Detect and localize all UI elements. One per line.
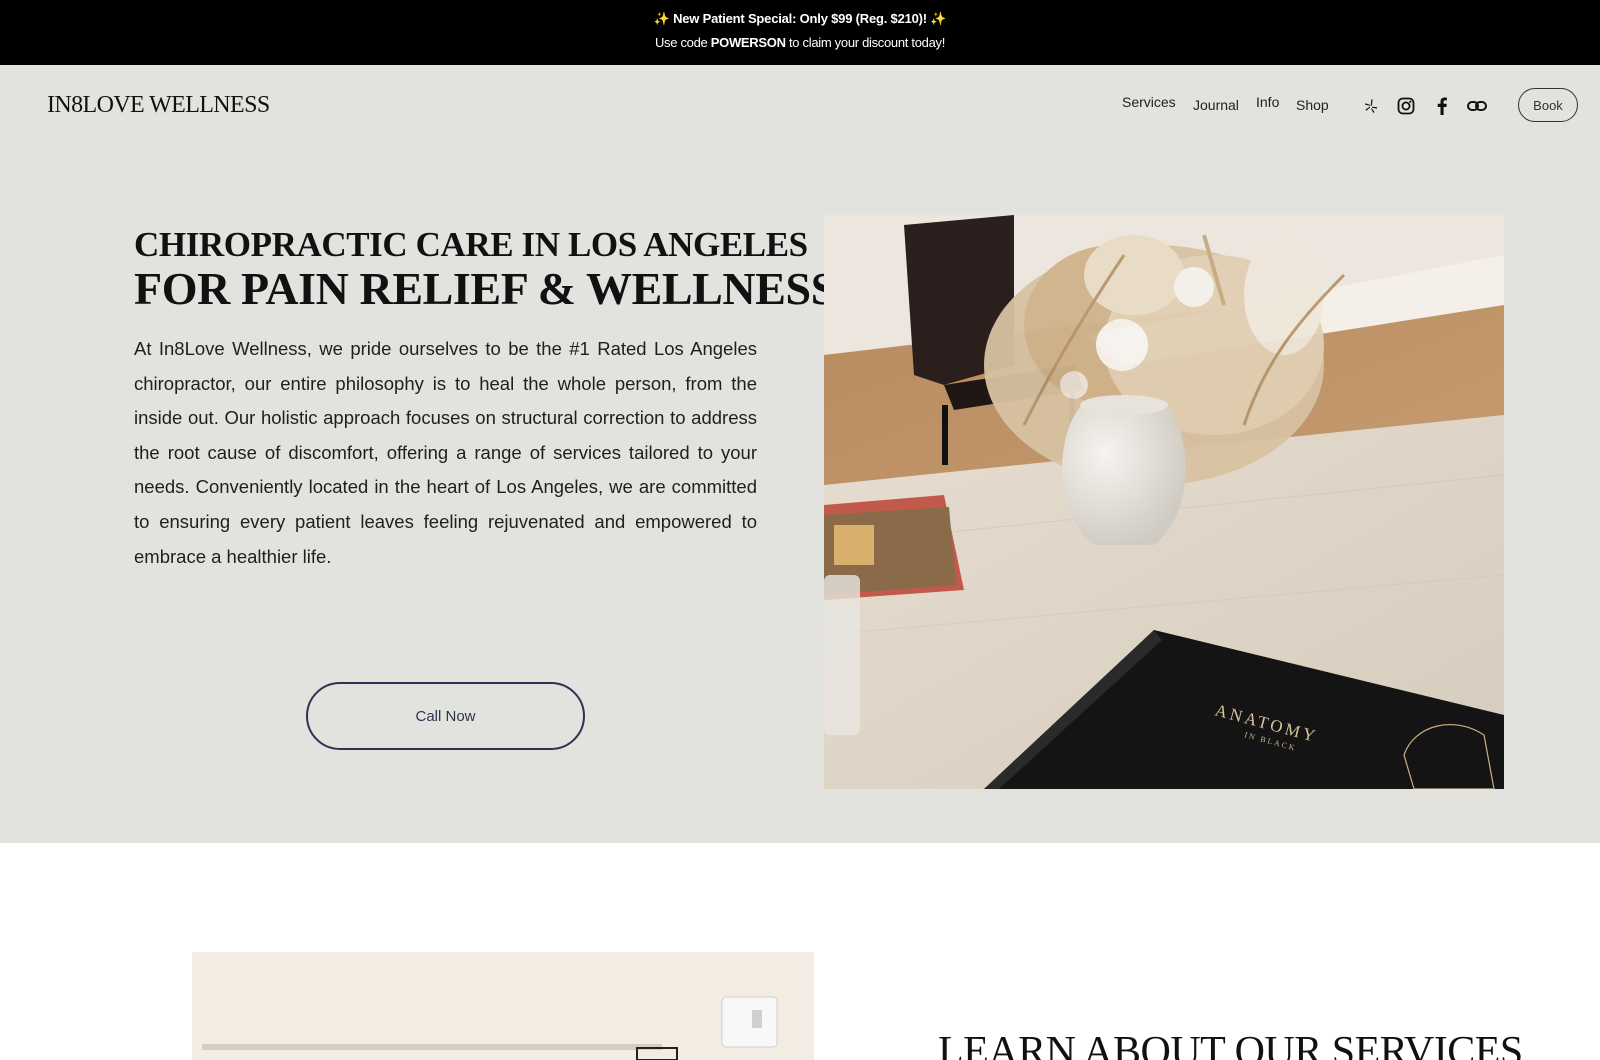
nav-services[interactable]: Services: [1122, 94, 1176, 110]
sparkle-icon: ✨: [930, 11, 947, 26]
nav-shop[interactable]: Shop: [1296, 97, 1329, 113]
announcement-suffix: to claim your discount today!: [788, 35, 946, 50]
hero-intro-text: At In8Love Wellness, we pride ourselves …: [134, 338, 757, 567]
nav-info[interactable]: Info: [1256, 94, 1279, 110]
call-now-button[interactable]: Call Now: [306, 682, 585, 750]
announcement-line-2: Use code POWERSON to claim your discount…: [0, 35, 1600, 50]
hero-section: IN8LOVE WELLNESS Services Journal Info S…: [0, 65, 1600, 843]
announcement-prefix: Use code: [654, 35, 708, 50]
sparkle-icon: ✨: [653, 11, 670, 26]
promo-code: POWERSON: [710, 35, 786, 50]
hero-photo-illustration: ANATOMY IN BLACK: [824, 215, 1504, 789]
announcement-offer: New Patient Special: Only $99 (Reg. $210…: [673, 11, 927, 26]
nav-journal[interactable]: Journal: [1193, 97, 1239, 113]
headline-line-1: CHIROPRACTIC CARE IN LOS ANGELES: [134, 225, 808, 264]
facebook-icon[interactable]: [1432, 96, 1452, 116]
headline-line-2: FOR PAIN RELIEF & WELLNESS: [134, 263, 836, 314]
site-logo[interactable]: IN8LOVE WELLNESS: [47, 92, 270, 119]
services-heading: LEARN ABOUT OUR SERVICES: [938, 1029, 1523, 1060]
announcement-bar: ✨ New Patient Special: Only $99 (Reg. $2…: [0, 0, 1600, 65]
yelp-icon[interactable]: [1361, 96, 1381, 116]
instagram-icon[interactable]: [1396, 96, 1416, 116]
book-button[interactable]: Book: [1518, 88, 1578, 122]
services-photo-illustration: [192, 952, 814, 1060]
services-photo: [192, 952, 814, 1060]
hero-headline: CHIROPRACTIC CARE IN LOS ANGELES FOR PAI…: [134, 225, 836, 314]
hero-photo: ANATOMY IN BLACK: [824, 215, 1504, 789]
link-icon[interactable]: [1467, 96, 1487, 116]
announcement-line-1: ✨ New Patient Special: Only $99 (Reg. $2…: [0, 11, 1600, 27]
